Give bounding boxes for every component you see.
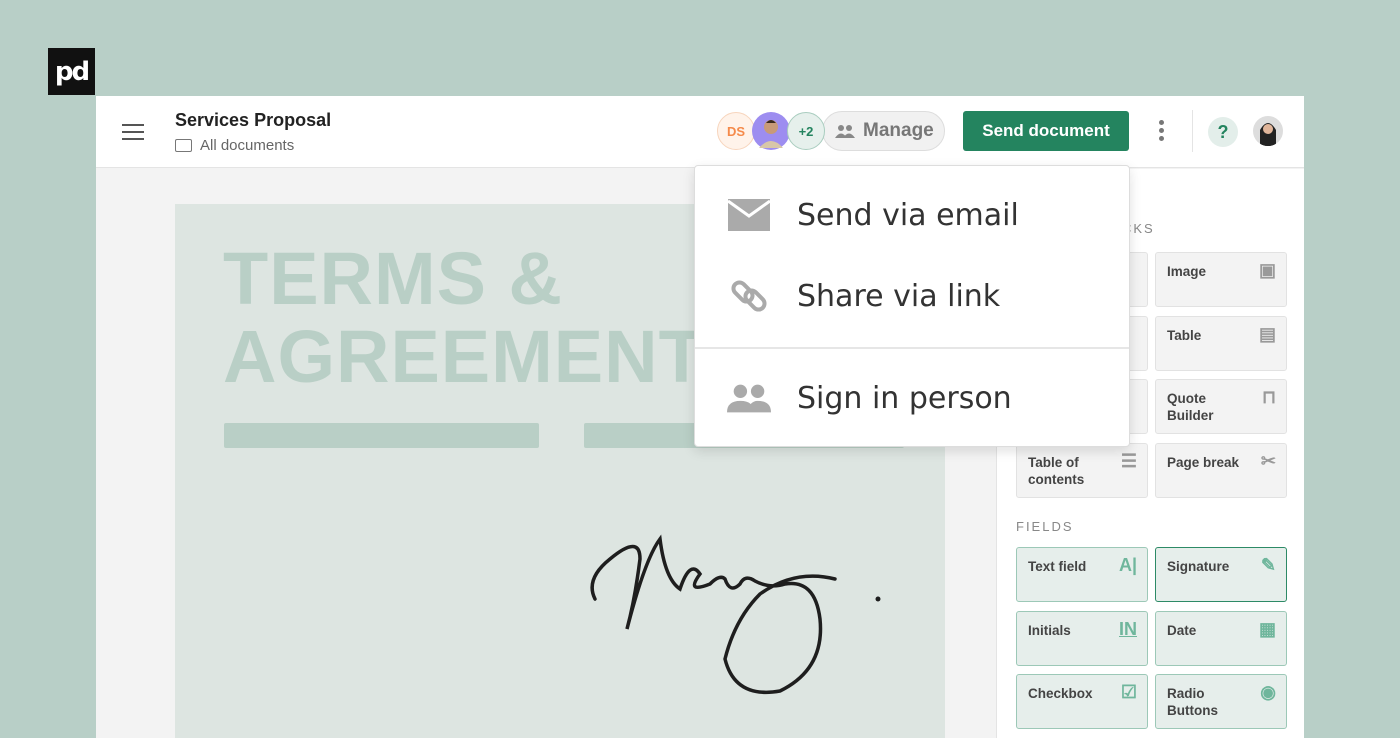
menu-item-label: Share via link: [797, 278, 1001, 314]
field-checkbox[interactable]: Checkbox ☑: [1016, 674, 1148, 729]
breadcrumb[interactable]: All documents: [175, 137, 294, 154]
placeholder-bar: [224, 423, 539, 448]
initials-icon: IN: [1119, 619, 1137, 639]
field-initials[interactable]: Initials IN: [1016, 611, 1148, 666]
fields-section-title: FIELDS: [1016, 519, 1074, 534]
calendar-icon: ▦: [1258, 619, 1276, 639]
block-label: Table: [1167, 328, 1202, 343]
field-label: Signature: [1167, 559, 1230, 574]
checkbox-icon: ☑: [1120, 682, 1137, 702]
mail-icon: [727, 199, 771, 231]
field-label: Date: [1167, 623, 1197, 638]
block-label: Quote Builder: [1167, 391, 1214, 423]
block-quote-builder[interactable]: Quote Builder ⊓: [1155, 379, 1287, 434]
block-table-of-contents[interactable]: Table of contents ☰: [1016, 443, 1148, 498]
help-button[interactable]: ?: [1208, 117, 1238, 147]
link-icon: [727, 276, 771, 316]
divider: [1192, 110, 1193, 152]
block-label: Image: [1167, 264, 1207, 279]
scissors-icon: ✂: [1260, 451, 1276, 471]
hamburger-menu-icon[interactable]: [122, 124, 144, 145]
field-text[interactable]: Text field A|: [1016, 547, 1148, 602]
block-label: Page break: [1167, 455, 1240, 470]
folder-icon: [175, 139, 192, 152]
bag-icon: ⊓: [1261, 387, 1276, 407]
breadcrumb-label: All documents: [200, 137, 295, 154]
field-label: Text field: [1028, 559, 1087, 574]
radio-icon: ◉: [1260, 682, 1276, 702]
menu-item-send-via-email[interactable]: Send via email: [695, 175, 1129, 255]
signature-drawing: [590, 534, 881, 694]
text-field-icon: A|: [1118, 555, 1137, 575]
field-label: Initials: [1028, 623, 1071, 638]
user-avatar[interactable]: [1253, 116, 1283, 146]
people-icon: [727, 383, 771, 413]
avatar-user[interactable]: [752, 112, 790, 150]
manage-label: Manage: [863, 120, 934, 141]
avatar-initials[interactable]: DS: [717, 112, 755, 150]
field-label: Checkbox: [1028, 686, 1093, 701]
heading-line-1: TERMS &: [223, 237, 563, 320]
menu-item-label: Send via email: [797, 197, 1019, 233]
people-icon: [835, 125, 855, 138]
send-dropdown-menu: Send via email Share via link Sign in pe…: [694, 165, 1130, 447]
pen-icon: ✎: [1260, 555, 1276, 575]
menu-item-share-via-link[interactable]: Share via link: [695, 256, 1129, 336]
more-collaborators[interactable]: +2: [787, 112, 825, 150]
block-image[interactable]: Image ▣: [1155, 252, 1287, 307]
more-options-icon[interactable]: [1159, 120, 1165, 144]
manage-button[interactable]: Manage: [822, 111, 945, 151]
block-label: Table of contents: [1028, 455, 1085, 487]
pandadoc-logo: pd: [48, 48, 95, 95]
menu-divider: [695, 347, 1129, 349]
heading-line-2: AGREEMENT: [223, 315, 705, 398]
send-document-button[interactable]: Send document: [963, 111, 1129, 151]
field-label: Radio Buttons: [1167, 686, 1218, 718]
header: Services Proposal All documents DS +2 Ma…: [96, 96, 1304, 168]
list-icon: ☰: [1120, 451, 1137, 471]
field-radio-buttons[interactable]: Radio Buttons ◉: [1155, 674, 1287, 729]
block-table[interactable]: Table ▤: [1155, 316, 1287, 371]
table-icon: ▤: [1258, 324, 1276, 344]
field-signature[interactable]: Signature ✎: [1155, 547, 1287, 602]
document-heading: TERMS & AGREEMENT: [223, 240, 705, 396]
image-icon: ▣: [1258, 260, 1276, 280]
document-title[interactable]: Services Proposal: [175, 110, 331, 131]
menu-item-sign-in-person[interactable]: Sign in person: [695, 358, 1129, 438]
menu-item-label: Sign in person: [797, 380, 1012, 416]
field-date[interactable]: Date ▦: [1155, 611, 1287, 666]
block-page-break[interactable]: Page break ✂: [1155, 443, 1287, 498]
